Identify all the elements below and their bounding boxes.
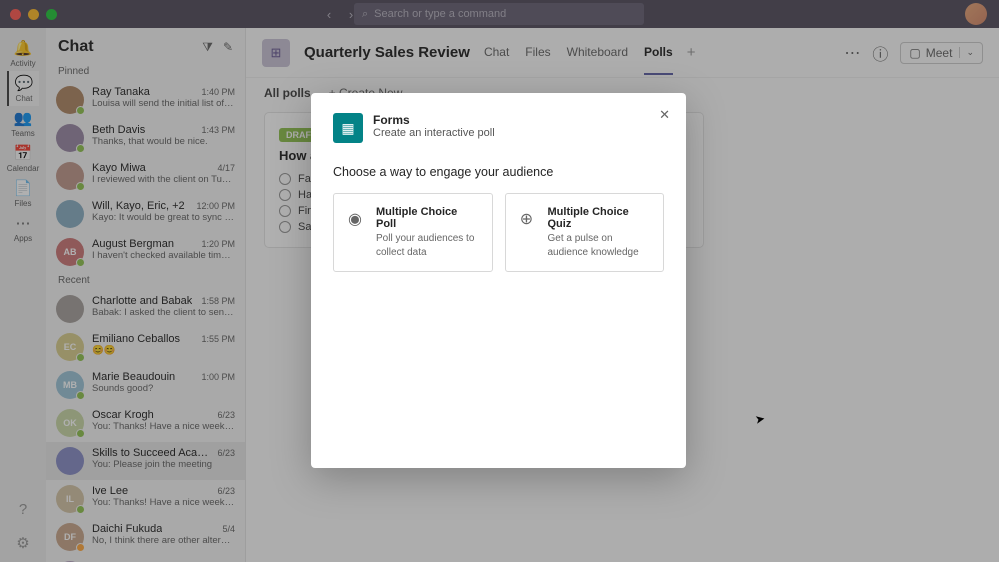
close-icon[interactable]: ✕ [659, 107, 670, 123]
poll-type-option[interactable]: ◉ Multiple Choice PollPoll your audiences… [333, 193, 493, 272]
modal-subtitle: Create an interactive poll [373, 127, 495, 139]
modal-app-name: Forms [373, 113, 495, 127]
mouse-cursor-icon: ➤ [754, 411, 766, 427]
option-title: Multiple Choice Poll [376, 206, 480, 230]
option-icon: ◉ [344, 208, 366, 230]
option-desc: Poll your audiences to collect data [376, 232, 480, 259]
modal-prompt: Choose a way to engage your audience [333, 165, 664, 179]
option-title: Multiple Choice Quiz [548, 206, 652, 230]
poll-type-option[interactable]: ⊕ Multiple Choice QuizGet a pulse on audi… [505, 193, 665, 272]
option-icon: ⊕ [516, 208, 538, 230]
option-desc: Get a pulse on audience knowledge [548, 232, 652, 259]
forms-modal: ✕ ▦ Forms Create an interactive poll Cho… [311, 93, 686, 468]
forms-app-icon: ▦ [333, 113, 363, 143]
